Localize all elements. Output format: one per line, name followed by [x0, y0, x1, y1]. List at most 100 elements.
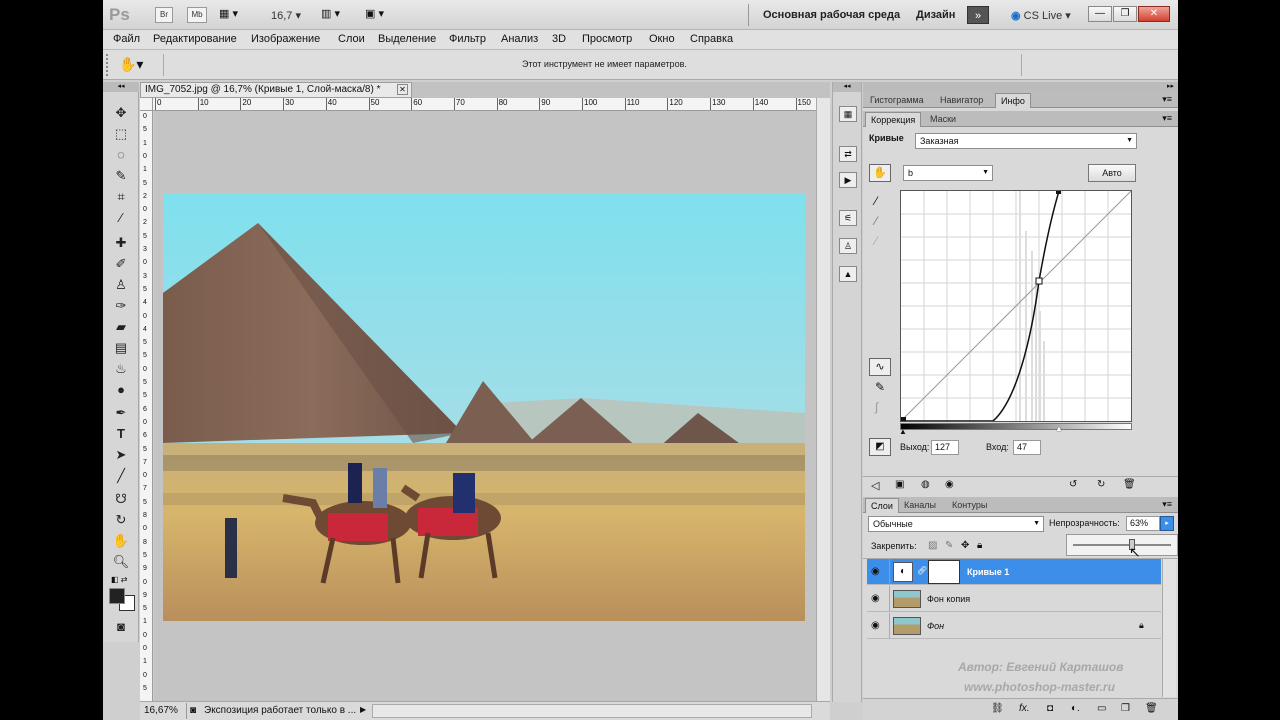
layer-mask-thumbnail[interactable]: [928, 560, 960, 584]
marquee-tool-icon[interactable]: ⬚: [111, 125, 131, 143]
tab-masks[interactable]: Маски: [925, 112, 961, 127]
output-field[interactable]: 127: [931, 440, 959, 455]
dodge-tool-icon[interactable]: ●: [111, 381, 131, 399]
menu-file[interactable]: Файл: [113, 33, 140, 45]
layers-scrollbar[interactable]: [1162, 559, 1176, 697]
opacity-slider-track[interactable]: [1073, 544, 1171, 546]
layer-name-curves[interactable]: Кривые 1: [967, 567, 1009, 577]
screen-mode-icon[interactable]: ▣ ▾: [365, 7, 397, 23]
lasso-tool-icon[interactable]: ◌: [111, 146, 131, 164]
tab-channels[interactable]: Каналы: [899, 498, 941, 513]
clone-stamp-tool-icon[interactable]: ♙: [111, 276, 131, 294]
zoom-level-dropdown[interactable]: 16,7 ▾: [271, 9, 301, 22]
menu-view[interactable]: Просмотр: [582, 33, 632, 45]
layer-name-background[interactable]: Фон: [927, 621, 944, 631]
layer-visibility-eye-icon[interactable]: ◉: [871, 593, 880, 604]
new-group-icon[interactable]: ▭: [1097, 703, 1106, 714]
view-extras-icon[interactable]: ▦ ▾: [219, 7, 249, 23]
curve-edit-points-icon[interactable]: ∿: [869, 358, 891, 376]
quick-select-tool-icon[interactable]: ✎: [111, 167, 131, 185]
panel-menu-icon[interactable]: ▾≡: [1162, 94, 1172, 105]
menu-layers[interactable]: Слои: [338, 33, 365, 45]
more-workspaces-button[interactable]: »: [967, 6, 989, 24]
blur-tool-icon[interactable]: ♨: [111, 360, 131, 378]
delete-layer-icon[interactable]: 🗑︎: [1145, 703, 1158, 714]
tab-adjustments[interactable]: Коррекция: [865, 112, 922, 127]
opacity-slider-toggle[interactable]: ▸: [1160, 516, 1174, 531]
layer-name-background-copy[interactable]: Фон копия: [927, 594, 970, 604]
layer-thumbnail[interactable]: [893, 617, 921, 635]
grip-handle[interactable]: [106, 54, 112, 76]
gradient-tool-icon[interactable]: ▤: [111, 339, 131, 357]
view-previous-icon[interactable]: ↺: [1069, 479, 1077, 490]
mini-bridge-button[interactable]: Mb: [187, 7, 207, 23]
new-layer-icon[interactable]: ❐: [1121, 703, 1130, 714]
menu-image[interactable]: Изображение: [251, 33, 320, 45]
workspace-essentials[interactable]: Основная рабочая среда: [763, 9, 900, 21]
cs-live-button[interactable]: ◉ CS Live ▾: [1011, 9, 1071, 22]
reset-icon[interactable]: ↻: [1097, 479, 1105, 490]
status-menu-arrow-icon[interactable]: ▶: [360, 705, 366, 714]
brushes-panel-icon[interactable]: ⚟: [839, 210, 857, 226]
default-colors-icon[interactable]: ◧ ⇄: [111, 575, 127, 584]
pencil-draw-icon[interactable]: ✎: [875, 380, 885, 394]
gray-point-eyedropper-icon[interactable]: ⁄: [875, 214, 877, 228]
mask-link-icon[interactable]: 🔗︎: [917, 566, 927, 575]
expand-view-icon[interactable]: ▣: [895, 479, 904, 490]
visibility-eye-icon[interactable]: ◉: [945, 479, 954, 490]
pen-tool-icon[interactable]: ✒: [111, 404, 131, 422]
opacity-field[interactable]: 63%: [1126, 516, 1160, 531]
document-canvas[interactable]: [154, 111, 830, 701]
link-layers-icon[interactable]: ⛓: [991, 703, 1004, 714]
tab-histogram[interactable]: Гистограмма: [865, 93, 929, 108]
clip-to-layer-icon[interactable]: ◍: [921, 479, 930, 490]
clipping-display-icon[interactable]: ◩: [869, 438, 891, 456]
close-button[interactable]: ✕: [1138, 6, 1170, 22]
lock-all-icon[interactable]: 🔒︎: [977, 540, 982, 551]
status-info-icon[interactable]: ◙: [190, 705, 196, 716]
strip-collapse-icon[interactable]: ◂◂: [833, 82, 861, 92]
layers-menu-icon[interactable]: ▾≡: [1162, 499, 1172, 510]
ruler-origin[interactable]: [140, 98, 153, 111]
foreground-color-swatch[interactable]: [109, 588, 125, 604]
3d-orbit-tool-icon[interactable]: ↻: [111, 511, 131, 529]
arrange-documents-icon[interactable]: ▥ ▾: [321, 7, 353, 23]
move-tool-icon[interactable]: ✥: [111, 104, 131, 122]
layer-visibility-eye-icon[interactable]: ◉: [871, 566, 880, 577]
history-panel-icon[interactable]: ▦: [839, 106, 857, 122]
zoom-percentage[interactable]: 16,67%: [144, 705, 184, 716]
bridge-button[interactable]: Br: [155, 7, 173, 23]
menu-3d[interactable]: 3D: [552, 33, 566, 45]
3d-rotate-tool-icon[interactable]: ☋: [111, 490, 131, 508]
tool-presets-panel-icon[interactable]: ▲: [839, 266, 857, 282]
black-point-eyedropper-icon[interactable]: ⁄: [875, 194, 877, 208]
add-mask-icon[interactable]: ◘: [1047, 703, 1053, 714]
white-input-slider[interactable]: ▲: [1055, 424, 1063, 433]
auto-button[interactable]: Авто: [1088, 164, 1136, 182]
panel-collapse-icon[interactable]: ▸▸: [863, 82, 1178, 92]
layer-thumbnail[interactable]: [893, 590, 921, 608]
layer-visibility-eye-icon[interactable]: ◉: [871, 620, 880, 631]
tab-info[interactable]: Инфо: [995, 93, 1031, 108]
type-tool-icon[interactable]: T: [111, 425, 131, 443]
smooth-curve-icon[interactable]: ∫: [875, 400, 878, 414]
horizontal-scrollbar[interactable]: [372, 704, 812, 718]
menu-help[interactable]: Справка: [690, 33, 733, 45]
crop-tool-icon[interactable]: ⌗: [111, 188, 131, 206]
curves-graph[interactable]: [900, 189, 1132, 422]
workspace-design[interactable]: Дизайн: [916, 9, 955, 21]
new-adjustment-icon[interactable]: ◐.: [1071, 703, 1080, 714]
actions-panel-icon[interactable]: ⇄: [839, 146, 857, 162]
tools-collapse-icon[interactable]: ◂◂: [103, 82, 139, 92]
minimize-button[interactable]: —: [1088, 6, 1112, 22]
input-field[interactable]: 47: [1013, 440, 1041, 455]
adjust-menu-icon[interactable]: ▾≡: [1162, 113, 1172, 124]
layer-row-background[interactable]: ◉ Фон 🔒︎: [867, 613, 1161, 639]
eyedropper-tool-icon[interactable]: ⁄: [111, 209, 131, 227]
tab-layers[interactable]: Слои: [865, 498, 899, 513]
black-input-slider[interactable]: ▲: [899, 427, 907, 436]
brush-tool-icon[interactable]: ✐: [111, 255, 131, 273]
targeted-adjust-icon[interactable]: ✋: [869, 164, 891, 182]
clone-source-panel-icon[interactable]: ♙: [839, 238, 857, 254]
menu-select[interactable]: Выделение: [378, 33, 436, 45]
